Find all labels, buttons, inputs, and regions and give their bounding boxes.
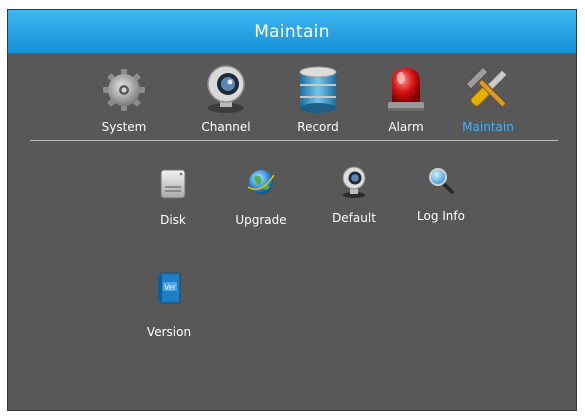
title-bar: Maintain [8, 10, 576, 54]
tools-icon [465, 66, 507, 107]
magnifier-icon [429, 168, 454, 194]
gear-icon [103, 69, 145, 111]
default-button[interactable]: Default [317, 165, 391, 235]
main-menu-bar: System Channel Record Alarm Maintain [8, 54, 576, 144]
siren-icon [388, 68, 424, 111]
nav-alarm-label: Alarm [388, 120, 424, 134]
svg-text:Ver: Ver [164, 284, 176, 292]
default-label: Default [332, 211, 376, 225]
version-button[interactable]: Ver Version [132, 271, 206, 341]
nav-system[interactable]: System [84, 64, 164, 140]
camera-icon [207, 65, 245, 113]
upgrade-label: Upgrade [235, 213, 287, 227]
upgrade-button[interactable]: Upgrade [224, 165, 298, 235]
book-icon: Ver [158, 272, 181, 304]
log-info-label: Log Info [417, 209, 465, 223]
globe-icon [247, 170, 275, 194]
nav-record[interactable]: Record [278, 64, 358, 140]
maintain-window: Maintain System Channel Record Alarm Mai… [7, 9, 577, 411]
nav-alarm[interactable]: Alarm [366, 64, 446, 140]
nav-system-label: System [101, 120, 147, 134]
hard-disk-icon [160, 169, 186, 199]
version-label: Version [146, 325, 192, 339]
webcam-icon [342, 166, 366, 198]
disk-button[interactable]: Disk [136, 167, 210, 237]
nav-maintain-label: Maintain [462, 120, 514, 134]
database-icon [299, 66, 337, 113]
disk-label: Disk [160, 213, 186, 227]
nav-channel[interactable]: Channel [186, 64, 266, 140]
window-title: Maintain [254, 21, 330, 42]
nav-maintain[interactable]: Maintain [448, 64, 528, 140]
log-info-button[interactable]: Log Info [404, 165, 478, 235]
menu-divider [30, 140, 558, 141]
nav-channel-label: Channel [201, 120, 251, 134]
nav-record-label: Record [297, 120, 339, 134]
